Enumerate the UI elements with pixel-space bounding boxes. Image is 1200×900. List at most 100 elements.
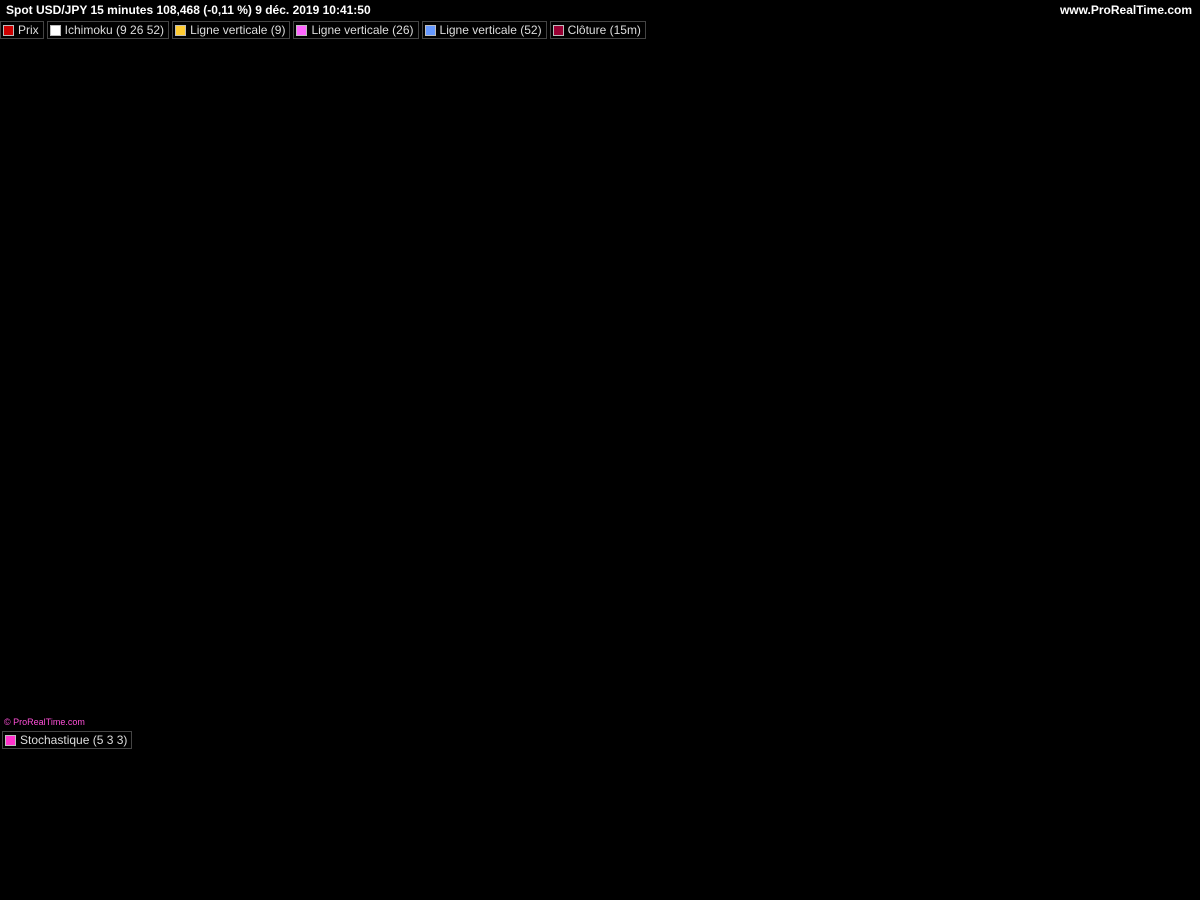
candle[interactable] xyxy=(246,357,254,411)
candle[interactable] xyxy=(195,392,203,446)
candle[interactable] xyxy=(41,126,50,234)
candle[interactable] xyxy=(317,321,326,375)
candle[interactable] xyxy=(674,499,683,571)
candle[interactable] xyxy=(113,321,121,375)
candle[interactable] xyxy=(643,428,652,517)
candle[interactable] xyxy=(286,392,295,464)
candle[interactable] xyxy=(82,304,91,375)
candle[interactable] xyxy=(21,144,30,269)
candle[interactable] xyxy=(633,410,642,464)
candle[interactable] xyxy=(460,321,468,375)
candle[interactable] xyxy=(551,375,560,411)
candle[interactable] xyxy=(500,374,509,429)
candle[interactable] xyxy=(378,357,387,411)
indicator-legend: Prix Ichimoku (9 26 52) Ligne verticale … xyxy=(0,21,646,39)
candle[interactable] xyxy=(164,321,172,393)
candle[interactable] xyxy=(123,339,132,393)
candle-body xyxy=(184,392,193,411)
legend-swatch xyxy=(424,24,436,36)
candle[interactable] xyxy=(327,250,336,358)
tenkan-line xyxy=(4,73,710,518)
price-label-box xyxy=(1140,478,1194,495)
candle[interactable] xyxy=(225,357,234,429)
candle[interactable] xyxy=(704,579,713,606)
candle[interactable] xyxy=(62,233,71,304)
candle[interactable] xyxy=(398,356,407,411)
y-tick-label: 108,65 xyxy=(1144,262,1181,276)
candle[interactable] xyxy=(439,374,448,411)
candle[interactable] xyxy=(511,357,519,393)
candle[interactable] xyxy=(52,179,60,269)
candle[interactable] xyxy=(409,339,417,393)
highlight-zone xyxy=(0,19,998,590)
candle[interactable] xyxy=(613,356,621,394)
candle[interactable] xyxy=(347,286,356,375)
stoch-fill xyxy=(65,823,77,832)
candle[interactable] xyxy=(449,339,458,393)
candle[interactable] xyxy=(623,375,632,429)
candle[interactable] xyxy=(521,356,530,393)
candle[interactable] xyxy=(368,375,377,429)
candle[interactable] xyxy=(276,410,285,464)
x-tick-label: 17:00 xyxy=(917,882,947,896)
candle[interactable] xyxy=(490,339,499,411)
candle[interactable] xyxy=(103,339,111,411)
candle[interactable] xyxy=(174,357,183,411)
candle[interactable] xyxy=(93,339,101,393)
candle[interactable] xyxy=(72,268,81,340)
candle[interactable] xyxy=(184,375,193,429)
candle-body xyxy=(307,321,315,340)
candle[interactable] xyxy=(215,374,223,429)
candle-body xyxy=(572,392,581,411)
y-tick-label: 108,55 xyxy=(1144,439,1181,453)
candle[interactable] xyxy=(602,339,611,411)
stoch-fill xyxy=(508,792,519,813)
candle[interactable] xyxy=(684,552,693,660)
candle[interactable] xyxy=(419,357,428,411)
stoch-fill xyxy=(601,804,612,827)
candle[interactable] xyxy=(694,588,703,659)
candle[interactable] xyxy=(582,375,591,411)
candle[interactable] xyxy=(205,375,213,429)
legend-item-vline-52[interactable]: Ligne verticale (52) xyxy=(421,21,547,39)
candle[interactable] xyxy=(144,321,152,375)
candle-body xyxy=(41,143,50,216)
stoch-fill xyxy=(240,788,252,809)
candle[interactable] xyxy=(337,233,346,322)
price-label-box xyxy=(1140,463,1194,480)
stoch-fill xyxy=(189,789,200,827)
candle[interactable] xyxy=(133,339,142,411)
legend-item-vline-26[interactable]: Ligne verticale (26) xyxy=(293,21,419,39)
ichimoku-lines xyxy=(3,72,710,616)
candle[interactable] xyxy=(256,357,264,429)
candle[interactable] xyxy=(266,392,275,446)
candle[interactable] xyxy=(664,463,672,535)
candle[interactable] xyxy=(11,37,19,216)
candle[interactable] xyxy=(31,143,40,269)
candle[interactable] xyxy=(296,321,305,411)
legend-item-vline-9[interactable]: Ligne verticale (9) xyxy=(172,21,291,39)
candle[interactable] xyxy=(541,375,550,411)
legend-label: Ligne verticale (52) xyxy=(439,23,542,37)
candle[interactable] xyxy=(592,375,601,429)
candle[interactable] xyxy=(307,304,315,358)
stochastic-legend[interactable]: Stochastique (5 3 3) xyxy=(2,731,133,749)
legend-item-ichimoku[interactable]: Ichimoku (9 26 52) xyxy=(46,21,170,39)
candle[interactable] xyxy=(572,392,581,411)
candle[interactable] xyxy=(388,357,397,411)
candle[interactable] xyxy=(429,375,438,411)
price-chart[interactable]: USDJPY, 15mplanplanw 108,75108,7108,6510… xyxy=(0,0,1200,900)
candle[interactable] xyxy=(531,356,540,394)
candles[interactable] xyxy=(1,1,713,660)
candle[interactable] xyxy=(358,339,366,411)
candle-body xyxy=(52,214,60,252)
candle[interactable] xyxy=(235,357,244,446)
legend-item-close[interactable]: Clôture (15m) xyxy=(549,21,646,39)
candle[interactable] xyxy=(480,321,489,375)
candle[interactable] xyxy=(653,463,662,517)
candle[interactable] xyxy=(562,392,570,411)
candle[interactable] xyxy=(470,321,479,358)
stoch-fill xyxy=(333,774,344,782)
candle[interactable] xyxy=(154,304,162,358)
legend-item-price[interactable]: Prix xyxy=(0,21,44,39)
